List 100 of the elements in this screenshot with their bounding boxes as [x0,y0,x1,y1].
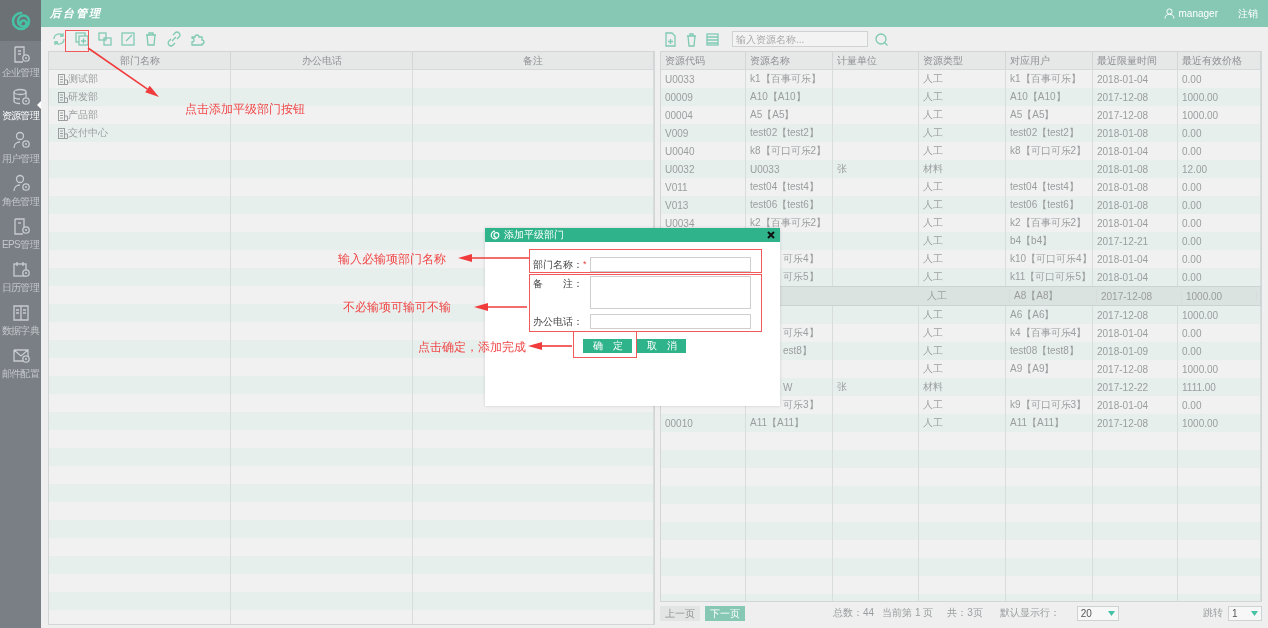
dropdown[interactable]: 1 [1228,605,1262,621]
table-cell: 人工 [923,398,943,412]
edit-icon[interactable] [120,31,136,47]
trash-icon[interactable] [684,31,699,47]
table-icon[interactable] [705,31,720,47]
table-cell: test02【test2】 [1010,126,1079,140]
table-cell: 人工 [923,308,943,322]
tree-item-label[interactable]: 研发部 [68,90,98,104]
column-header[interactable]: 备注 [413,52,654,69]
sidebar-item[interactable]: EPS管理 [0,213,41,256]
logout-link[interactable]: 注销 [1238,6,1258,21]
sidebar-item[interactable]: 数据字典 [0,299,41,342]
table-cell: U0033 [750,163,780,175]
column-header[interactable]: 最近有效价格 [1178,52,1261,69]
dropdown[interactable]: 20 [1076,605,1119,621]
confirm-button[interactable]: 确 定 [583,339,632,353]
table-cell: 2018-01-04 [1097,271,1149,283]
table-cell: V009 [665,127,689,139]
table-cell: 可乐4】 [783,326,819,340]
file-add-icon[interactable] [663,31,678,47]
user-name[interactable]: manager [1178,8,1218,19]
table-cell: k4【百事可乐4】 [1010,326,1087,340]
tree-item-label[interactable]: 产品部 [68,108,98,122]
table-cell: 0.00 [1182,327,1202,339]
table-cell: est8】 [783,344,812,358]
copy-icon[interactable] [97,31,113,47]
spiral-logo [490,230,500,240]
search-field[interactable]: 输入资源名称... [732,31,868,47]
input-field[interactable] [590,314,751,329]
trash-icon[interactable] [143,31,159,47]
table-cell: A11【A11】 [1010,416,1065,430]
column-header[interactable]: 计量单位 [833,52,919,69]
table-cell: 1000.00 [1182,363,1219,375]
sidebar-item[interactable]: 日历管理 [0,256,41,299]
app-title: 后台管理 [50,6,103,21]
table-cell: 0.00 [1182,199,1202,211]
next-page-button[interactable]: 下一页 [705,605,745,621]
table-cell: 2018-01-08 [1097,163,1149,175]
cancel-button[interactable]: 取 消 [637,339,686,353]
table-cell: U0040 [665,145,695,157]
table-cell: A10【A10】 [750,90,806,104]
caret-icon [1107,610,1115,616]
sidebar-item[interactable]: 角色管理 [0,170,41,213]
table-cell: 2018-01-08 [1097,127,1149,139]
annotation-text: 输入必输项部门名称 [338,251,446,268]
table-cell: V013 [665,199,689,211]
field-label: 部门名称： [533,258,583,272]
table-cell: 人工 [923,416,943,430]
table-cell: 0.00 [1182,73,1202,85]
table-cell: 人工 [923,144,943,158]
column-header[interactable]: 资源代码 [661,52,746,69]
close-icon[interactable] [767,231,775,239]
column-header[interactable]: 最近限量时间 [1093,52,1178,69]
table-cell: 2018-01-04 [1097,399,1149,411]
tree-item-label[interactable]: 测试部 [68,72,98,86]
search-icon[interactable] [874,31,889,47]
column-header[interactable]: 办公电话 [231,52,413,69]
table-cell: 可乐3】 [783,398,819,412]
table-cell: 0.00 [1182,181,1202,193]
highlight-frame [65,30,89,52]
table-cell: 0.00 [1182,127,1202,139]
sidebar-item[interactable]: 邮件配置 [0,342,41,385]
table-cell: k8【可口可乐2】 [750,144,827,158]
table-cell: 0.00 [1182,145,1202,157]
table-cell: V011 [665,181,688,193]
page-count: 共：3页 [947,606,983,620]
sidebar-item[interactable]: 用户管理 [0,127,41,170]
sidebar-item[interactable]: 资源管理 [0,84,41,127]
sidebar-item[interactable]: 企业管理 [0,41,41,84]
column-header[interactable]: 资源类型 [919,52,1006,69]
table-cell: 0.00 [1182,271,1202,283]
table-cell: 1000.00 [1182,91,1219,103]
spiral-logo [9,9,32,32]
jump-label: 跳转 [1203,606,1223,620]
text-area[interactable] [590,276,751,309]
column-header[interactable]: 对应用户 [1006,52,1093,69]
puzzle-icon[interactable] [189,31,205,47]
calendar-gear-icon [11,260,30,278]
tree-item-label[interactable]: 交付中心 [68,126,108,140]
arrow [458,254,530,262]
table-cell: k1【百事可乐】 [750,72,821,86]
table-cell: 人工 [923,344,943,358]
input-field[interactable] [590,257,751,272]
table-cell: 2017-12-08 [1097,363,1149,375]
table-cell: A5【A5】 [1010,108,1055,122]
link-icon[interactable] [166,31,182,47]
required-mark: * [583,258,588,271]
add-copy-icon[interactable] [74,31,90,47]
column-header[interactable]: 资源名称 [746,52,833,69]
table-cell: 1000.00 [1186,290,1223,302]
field-label: 办公电话： [533,315,583,329]
tree-node-icon [58,109,68,121]
refresh-icon[interactable] [51,31,67,47]
table-cell: 2017-12-08 [1101,290,1153,302]
table-cell: 人工 [923,326,943,340]
table-cell: 2018-01-08 [1097,181,1149,193]
table-cell: 2018-01-04 [1097,145,1149,157]
column-header[interactable]: 部门名称 [49,52,231,69]
table-cell: b4【b4】 [1010,234,1053,248]
tree-node-icon [58,127,68,139]
